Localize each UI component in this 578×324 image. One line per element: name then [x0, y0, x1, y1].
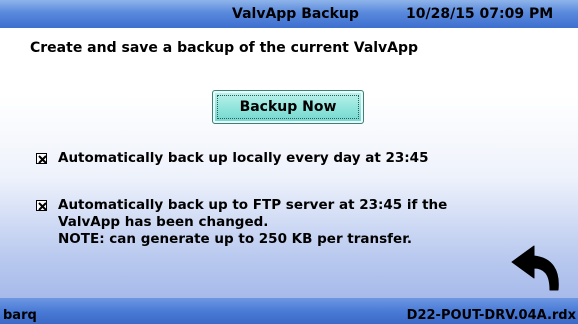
main-panel: Create and save a backup of the current … [0, 28, 578, 298]
ftp-backup-checkbox[interactable] [36, 200, 47, 211]
local-backup-text: Automatically back up locally every day … [58, 150, 428, 167]
option-line: Automatically back up locally every day … [58, 150, 429, 166]
current-file: D22-POUT-DRV.04A.rdx [406, 308, 576, 323]
local-backup-option: Automatically back up locally every day … [36, 150, 428, 167]
back-arrow-icon[interactable] [510, 244, 562, 292]
backup-now-label: Backup Now [239, 99, 337, 115]
page-heading: Create and save a backup of the current … [30, 40, 419, 56]
checkmark-icon [38, 155, 47, 164]
ftp-backup-option: Automatically back up to FTP server at 2… [36, 197, 447, 248]
status-bar: barq D22-POUT-DRV.04A.rdx [0, 298, 578, 324]
ftp-backup-text: Automatically back up to FTP server at 2… [58, 197, 447, 248]
window-title: ValvApp Backup [232, 6, 359, 22]
user-name: barq [3, 308, 37, 323]
option-line: Automatically back up to FTP server at 2… [58, 197, 448, 213]
local-backup-checkbox[interactable] [36, 153, 47, 164]
backup-now-button[interactable]: Backup Now [212, 90, 364, 124]
option-line: NOTE: can generate up to 250 KB per tran… [58, 231, 413, 247]
title-bar: ValvApp Backup 10/28/15 07:09 PM [0, 0, 578, 28]
date-time: 10/28/15 07:09 PM [406, 6, 554, 22]
option-line: ValvApp has been changed. [58, 214, 269, 230]
checkmark-icon [38, 202, 47, 211]
